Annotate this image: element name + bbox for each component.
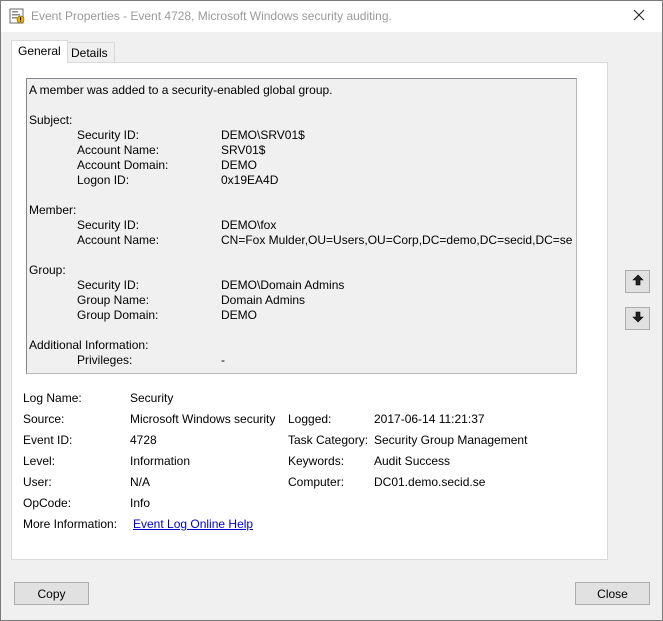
group-name-value: Domain Admins <box>221 293 306 307</box>
computer-label: Computer: <box>288 475 345 489</box>
subject-security-id-label: Security ID: <box>77 128 140 142</box>
member-account-name-value: CN=Fox Mulder,OU=Users,OU=Corp,DC=demo,D… <box>221 233 573 247</box>
subject-security-id-value: DEMO\SRV01$ <box>221 128 305 142</box>
member-heading: Member: <box>29 203 77 217</box>
subject-account-domain-value: DEMO <box>221 158 257 172</box>
more-information-label: More Information: <box>23 517 118 531</box>
source-label: Source: <box>23 412 65 426</box>
task-category-value: Security Group Management <box>374 433 528 447</box>
window-title: Event Properties - Event 4728, Microsoft… <box>31 9 392 23</box>
event-properties-window: Event Properties - Event 4728, Microsoft… <box>0 0 663 621</box>
close-icon <box>633 9 645 24</box>
event-viewer-icon <box>9 8 25 24</box>
arrow-up-icon <box>631 274 644 289</box>
event-log-online-help-link[interactable]: Event Log Online Help <box>133 517 253 531</box>
close-button[interactable]: Close <box>575 582 650 605</box>
opcode-value: Info <box>130 496 151 510</box>
general-tab-panel: A member was added to a security-enabled… <box>11 62 608 560</box>
group-name-label: Group Name: <box>77 293 150 307</box>
window-close-button[interactable] <box>622 3 656 30</box>
computer-value: DC01.demo.secid.se <box>374 475 486 489</box>
keywords-label: Keywords: <box>288 454 345 468</box>
user-value: N/A <box>130 475 151 489</box>
event-id-label: Event ID: <box>23 433 73 447</box>
group-security-id-label: Security ID: <box>77 278 140 292</box>
event-summary: A member was added to a security-enabled… <box>29 83 333 97</box>
subject-logon-id-label: Logon ID: <box>77 173 130 187</box>
copy-button[interactable]: Copy <box>14 582 89 605</box>
arrow-down-icon <box>631 311 644 326</box>
keywords-value: Audit Success <box>374 454 451 468</box>
level-label: Level: <box>23 454 56 468</box>
group-domain-label: Group Domain: <box>77 308 159 322</box>
privileges-label: Privileges: <box>77 353 133 367</box>
member-security-id-label: Security ID: <box>77 218 140 232</box>
event-description[interactable]: A member was added to a security-enabled… <box>26 78 577 374</box>
log-name-label: Log Name: <box>23 391 82 405</box>
next-event-button[interactable] <box>625 307 650 330</box>
group-security-id-value: DEMO\Domain Admins <box>221 278 345 292</box>
subject-account-domain-label: Account Domain: <box>77 158 169 172</box>
source-value: Microsoft Windows security <box>130 412 276 426</box>
tab-label: General <box>18 44 61 58</box>
subject-account-name-value: SRV01$ <box>221 143 266 157</box>
opcode-label: OpCode: <box>23 496 72 510</box>
subject-heading: Subject: <box>29 113 73 127</box>
task-category-label: Task Category: <box>288 433 369 447</box>
privileges-value: - <box>221 353 225 367</box>
tab-general[interactable]: General <box>11 40 68 63</box>
level-value: Information <box>130 454 191 468</box>
previous-event-button[interactable] <box>625 270 650 293</box>
subject-account-name-label: Account Name: <box>77 143 160 157</box>
logged-label: Logged: <box>288 412 332 426</box>
user-label: User: <box>23 475 52 489</box>
title-bar: Event Properties - Event 4728, Microsoft… <box>1 1 662 32</box>
tab-label: Details <box>71 46 108 60</box>
group-domain-value: DEMO <box>221 308 257 322</box>
event-id-value: 4728 <box>130 433 157 447</box>
group-heading: Group: <box>29 263 66 277</box>
logged-value: 2017-06-14 11:21:37 <box>374 412 485 426</box>
additional-info-heading: Additional Information: <box>29 338 149 352</box>
member-security-id-value: DEMO\fox <box>221 218 277 232</box>
subject-logon-id-value: 0x19EA4D <box>221 173 279 187</box>
tab-details[interactable]: Details <box>64 42 115 63</box>
member-account-name-label: Account Name: <box>77 233 160 247</box>
log-name-value: Security <box>130 391 174 405</box>
